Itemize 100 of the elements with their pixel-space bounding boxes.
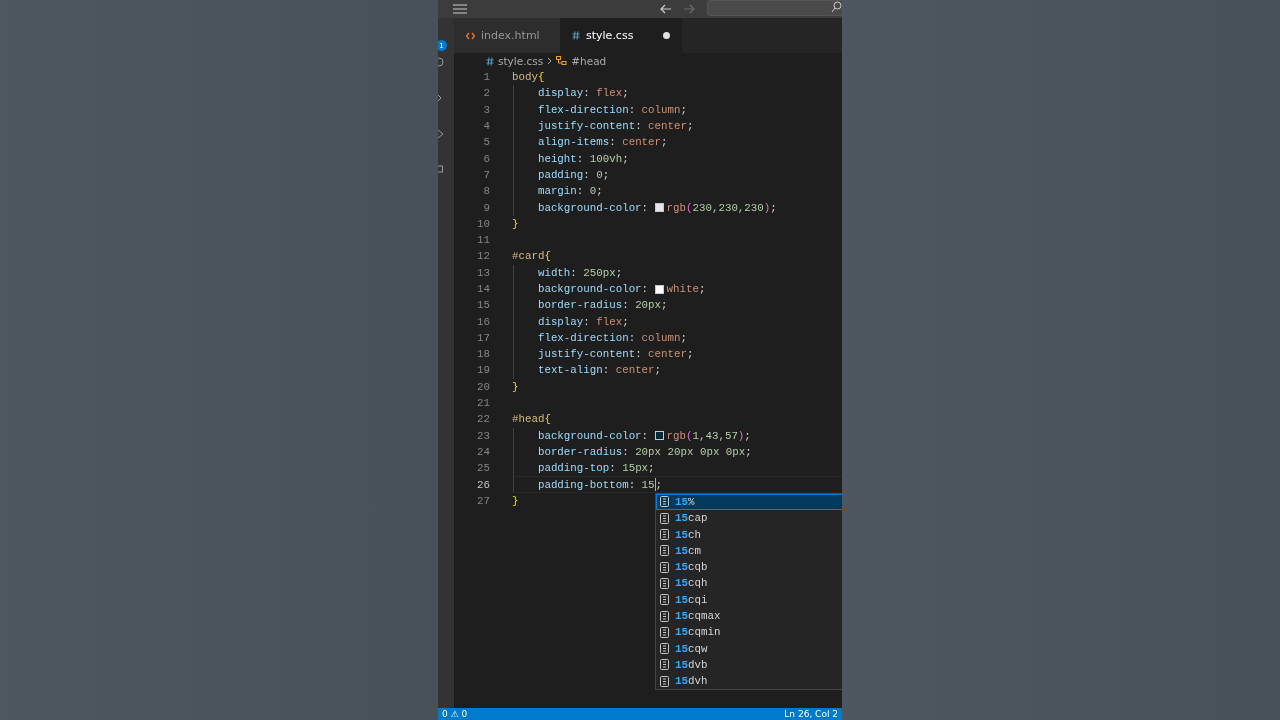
code-token: white [666,283,699,295]
code-token: : [628,478,637,491]
selector-icon [556,56,568,66]
suggestion-item[interactable]: 15cqw [656,640,842,657]
line-number: 10 [476,217,491,230]
suggestion-item[interactable]: 15dvb [656,656,842,674]
line-number: 14 [476,283,491,295]
code-token: ; [698,283,706,295]
suggestion-item[interactable]: 15% [656,493,842,511]
suggestion-item[interactable]: 15cqi [656,591,842,608]
back-arrow-icon[interactable] [660,4,672,14]
suggestion-item[interactable]: 15cqmax [656,607,842,625]
cursor-position[interactable]: Ln 26, Col 2 [784,709,838,719]
code-token: ; [744,429,751,442]
hash-icon [486,56,494,66]
line-number: 6 [482,152,491,165]
editor-tab[interactable]: index.html [454,18,560,53]
code-token: display [537,315,584,328]
code-brackets-icon [466,31,475,40]
code-token: border-radius [537,299,623,312]
unit-icon [660,675,669,687]
code-token: : [641,283,650,295]
breadcrumb-item[interactable]: #head [571,55,607,67]
code-token: display [537,87,584,100]
code-token: padding-top [537,462,610,475]
code-token: 20px 20px 0px 0px [635,445,746,458]
code-token: 0 [596,168,603,181]
code-token: : [570,266,578,279]
unit-icon [660,561,669,573]
line-number: 19 [476,364,491,377]
code-token: 0 [589,185,597,198]
code-token: 1,43,57 [692,429,738,442]
code-token: ; [687,348,694,361]
unit-icon [660,545,669,557]
line-number: 8 [482,185,491,198]
line-number: 15 [476,299,491,312]
editor-tab[interactable]: style.css [560,18,682,53]
code-token: } [512,494,519,507]
line-number: 11 [476,234,491,247]
menu-icon[interactable] [453,4,467,14]
suggestion-item[interactable]: 15cm [656,542,842,559]
code-token: ; [661,299,668,312]
suggestion-item[interactable]: 15cqb [656,559,842,576]
line-number: 26 [476,478,491,491]
code-token: ; [680,103,687,116]
code-token: 15 [641,478,655,491]
code-token: : [609,136,617,149]
code-token: : [641,429,650,442]
hash-icon [572,31,580,40]
code-token: ; [745,445,752,458]
line-number: 20 [476,380,491,393]
suggestion-item[interactable]: 15cqmin [656,624,842,641]
code-token: ; [602,168,610,181]
suggestion-item[interactable]: 15dvh [656,673,842,690]
code-token: } [512,380,519,393]
code-token: padding-bottom [537,478,629,491]
chevron-icon [547,57,553,65]
line-number: 4 [482,120,491,133]
code-token: ; [622,152,629,165]
code-token: : [609,462,617,475]
code-token: flex [596,87,623,100]
suggestion-item[interactable]: 15cqh [656,575,842,592]
unit-icon [660,577,669,589]
line-number: 25 [476,462,491,475]
suggestion-item[interactable]: 15ch [656,526,842,543]
color-swatch[interactable] [654,284,664,294]
code-token: ; [654,364,662,377]
code-token: background-color [537,201,642,214]
code-token: ; [655,478,663,491]
code-token: : [622,299,630,312]
line-number: 17 [476,331,491,344]
problems-indicator[interactable]: 0 ⚠ 0 [442,709,468,719]
line-number: 2 [482,87,491,100]
code-token: center [648,348,687,361]
suggestion-item[interactable]: 15cap [656,510,842,527]
code-token: margin [537,185,577,198]
code-token: ; [680,331,687,344]
extensions-icon[interactable] [438,164,445,176]
line-number: 3 [482,103,491,116]
breadcrumb-item[interactable]: style.css [498,55,544,67]
unit-icon [660,529,669,541]
search-field[interactable] [707,0,842,16]
code-token: : [628,331,637,344]
unit-icon [660,659,669,671]
code-token: justify-content [537,348,636,361]
code-token: : [602,364,611,377]
code-token: background-color [537,429,642,442]
code-token: ( [686,201,693,214]
unsaved-dot [663,32,670,39]
code-token: column [641,331,681,344]
line-number: 22 [476,413,491,426]
code-token: padding [537,168,584,181]
color-swatch[interactable] [654,431,664,441]
color-swatch[interactable] [654,203,664,212]
line-number: 5 [482,136,491,149]
code-token: : [641,201,650,214]
code-token: ) [763,201,771,214]
line-number: 16 [476,315,491,328]
code-token: } [512,217,519,230]
line-number: 24 [476,445,491,458]
